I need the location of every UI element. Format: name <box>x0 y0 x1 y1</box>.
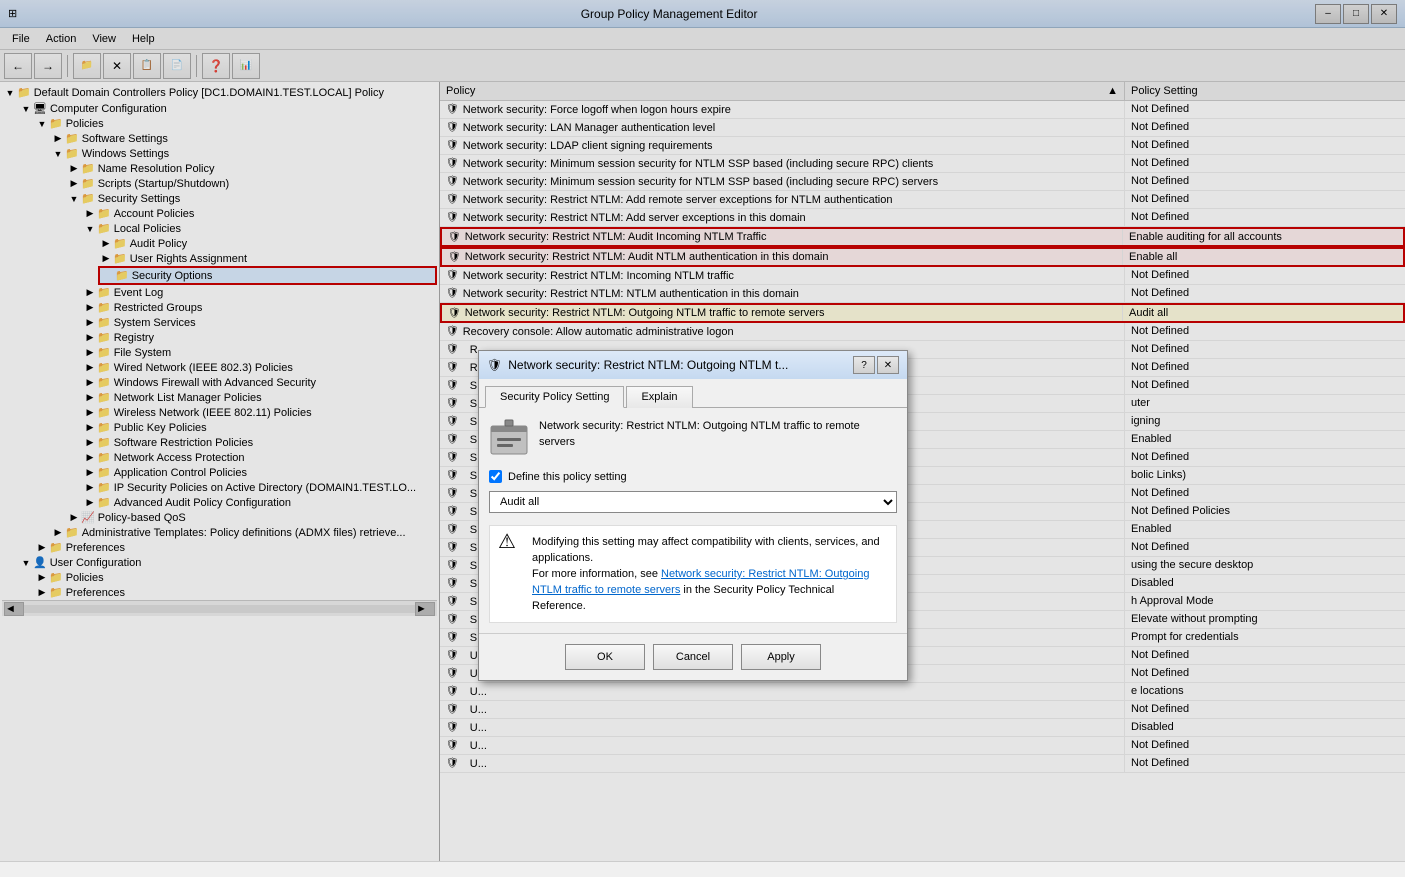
modal-window-controls: ? ✕ <box>853 356 899 374</box>
policy-icon-svg <box>489 418 529 458</box>
status-bar <box>0 861 1405 877</box>
policy-big-icon <box>489 418 529 458</box>
dialog-buttons: OK Cancel Apply <box>479 633 907 680</box>
define-policy-label[interactable]: Define this policy setting <box>508 471 627 483</box>
modal-title-bar: 🛡 Network security: Restrict NTLM: Outgo… <box>479 351 907 379</box>
policy-value-select[interactable]: Audit all Deny all Allow all <box>489 491 897 513</box>
define-policy-checkbox[interactable] <box>489 470 502 483</box>
policy-desc-text: Network security: Restrict NTLM: Outgoin… <box>539 418 897 450</box>
select-row: Audit all Deny all Allow all <box>489 491 897 513</box>
modal-title: Network security: Restrict NTLM: Outgoin… <box>508 358 853 372</box>
modal-dialog: 🛡 Network security: Restrict NTLM: Outgo… <box>478 350 908 681</box>
policy-desc-row: Network security: Restrict NTLM: Outgoin… <box>489 418 897 458</box>
cancel-button[interactable]: Cancel <box>653 644 733 670</box>
dialog-content: Network security: Restrict NTLM: Outgoin… <box>479 408 907 633</box>
tab-explain[interactable]: Explain <box>626 386 692 408</box>
checkbox-row: Define this policy setting <box>489 470 897 483</box>
modal-close-button[interactable]: ✕ <box>877 356 899 374</box>
tab-bar: Security Policy Setting Explain <box>479 379 907 408</box>
ok-button[interactable]: OK <box>565 644 645 670</box>
warning-text: Modifying this setting may affect compat… <box>532 534 888 614</box>
apply-button[interactable]: Apply <box>741 644 821 670</box>
tab-security-policy[interactable]: Security Policy Setting <box>485 386 624 408</box>
warning-box: ⚠ Modifying this setting may affect comp… <box>489 525 897 623</box>
modal-icon: 🛡 <box>487 358 502 372</box>
modal-help-button[interactable]: ? <box>853 356 875 374</box>
modal-overlay: 🛡 Network security: Restrict NTLM: Outgo… <box>0 0 1405 861</box>
warning-icon: ⚠ <box>498 534 522 614</box>
